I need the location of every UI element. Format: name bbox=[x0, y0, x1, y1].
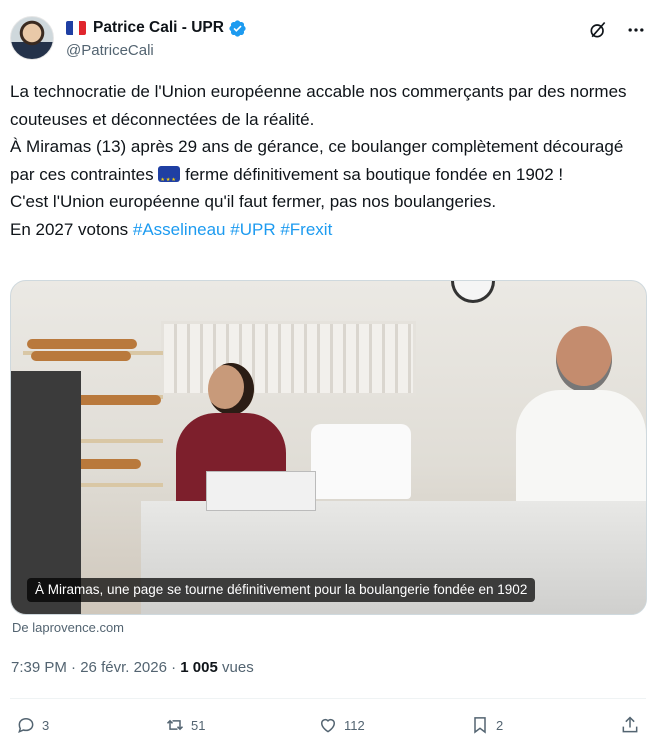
tweet-date[interactable]: 26 févr. 2026 bbox=[80, 659, 167, 676]
avatar[interactable] bbox=[10, 16, 54, 60]
hashtag-frexit[interactable]: #Frexit bbox=[280, 220, 332, 239]
grok-icon[interactable] bbox=[588, 20, 608, 40]
eu-flag-icon bbox=[158, 165, 181, 194]
views-label: vues bbox=[222, 659, 254, 676]
header-actions bbox=[588, 20, 646, 40]
share-icon bbox=[622, 716, 638, 733]
more-icon[interactable] bbox=[626, 20, 646, 40]
photo-bread bbox=[31, 351, 131, 361]
meta-separator: · bbox=[171, 659, 177, 676]
divider bbox=[10, 698, 646, 699]
author-handle[interactable]: @PatriceCali bbox=[66, 41, 154, 61]
tweet-line-1: La technocratie de l'Union européenne ac… bbox=[10, 82, 627, 129]
share-button[interactable] bbox=[620, 715, 640, 735]
reply-icon bbox=[18, 717, 34, 733]
hashtag-upr[interactable]: #UPR bbox=[230, 220, 275, 239]
link-source[interactable]: De laprovence.com bbox=[12, 620, 124, 636]
photo-bag bbox=[311, 424, 411, 499]
link-card-image[interactable]: À Miramas, une page se tourne définitive… bbox=[10, 280, 647, 615]
heart-icon bbox=[321, 718, 335, 733]
bookmark-count: 2 bbox=[496, 717, 504, 733]
action-bar: 3 51 112 2 bbox=[0, 712, 662, 740]
like-button[interactable]: 112 bbox=[318, 715, 365, 735]
repost-count: 51 bbox=[191, 717, 206, 733]
photo-woman-head bbox=[208, 363, 254, 415]
tweet-time[interactable]: 7:39 PM bbox=[11, 659, 67, 676]
tweet-header: Patrice Cali - UPR @PatriceCali bbox=[10, 16, 652, 64]
views-count: 1 005 bbox=[180, 659, 218, 676]
tweet-meta: 7:39 PM · 26 févr. 2026 · 1 005 vues bbox=[11, 658, 254, 678]
media-caption: À Miramas, une page se tourne définitive… bbox=[27, 578, 536, 602]
photo-bread bbox=[27, 339, 137, 349]
tweet-line-4-text: En 2027 votons bbox=[10, 219, 129, 239]
like-count: 112 bbox=[344, 717, 365, 733]
reply-button[interactable]: 3 bbox=[16, 715, 49, 735]
verified-badge-icon bbox=[229, 19, 246, 37]
tweet-line-2: À Miramas (13) après 29 ans de gérance, … bbox=[10, 133, 646, 194]
reply-count: 3 bbox=[42, 717, 50, 733]
tweet-line-4: En 2027 votons #Asselineau #UPR #Frexit bbox=[10, 216, 646, 244]
photo-man-head bbox=[556, 326, 612, 392]
tweet-line-3: C'est l'Union européenne qu'il faut ferm… bbox=[10, 192, 497, 211]
author-name-row[interactable]: Patrice Cali - UPR bbox=[66, 18, 247, 38]
bookmark-icon bbox=[474, 717, 486, 734]
tweet-line-2-cont: ferme définitivement sa boutique fondée … bbox=[185, 164, 564, 184]
tweet-text: La technocratie de l'Union européenne ac… bbox=[10, 78, 646, 243]
bookmark-button[interactable]: 2 bbox=[470, 715, 503, 735]
french-flag-icon bbox=[66, 21, 86, 35]
repost-icon bbox=[166, 719, 184, 731]
repost-button[interactable]: 51 bbox=[165, 715, 205, 735]
photo-box bbox=[206, 471, 316, 511]
author-display-name[interactable]: Patrice Cali - UPR bbox=[93, 18, 224, 38]
meta-separator: · bbox=[71, 659, 77, 676]
hashtag-asselineau[interactable]: #Asselineau bbox=[133, 220, 226, 239]
